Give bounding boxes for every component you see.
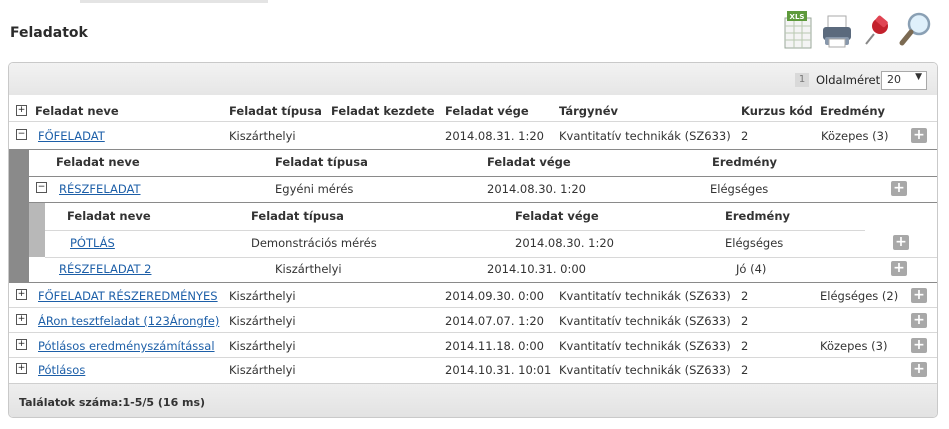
add-icon[interactable]: + — [911, 362, 927, 377]
collapse-icon[interactable]: − — [36, 182, 47, 193]
subtask-result: Elégséges — [710, 182, 769, 196]
task-link[interactable]: Pótlásos — [38, 363, 85, 377]
collapse-icon[interactable]: − — [16, 129, 27, 140]
expand-icon[interactable]: + — [16, 339, 27, 350]
add-icon[interactable]: + — [911, 313, 927, 328]
subsub-header-name[interactable]: Feladat neve — [67, 209, 151, 223]
task-type: Kiszárthelyi — [229, 314, 296, 328]
task-course-code: 2 — [741, 314, 749, 328]
col-header-type[interactable]: Feladat típusa — [229, 104, 322, 118]
chevron-down-icon: ▼ — [915, 72, 922, 82]
task-result: Elégséges (2) — [820, 289, 899, 303]
task-course-code: 2 — [741, 289, 749, 303]
panel-footer: Találatok száma:1-5/5 (16 ms) — [9, 383, 937, 417]
task-subject: Kvantitatív technikák (SZ633) — [559, 363, 731, 377]
task-type: Kiszárthelyi — [229, 129, 296, 143]
magnifier-icon[interactable] — [898, 10, 934, 52]
add-icon[interactable]: + — [891, 181, 907, 196]
col-header-subject[interactable]: Tárgynév — [559, 104, 618, 118]
task-subject: Kvantitatív technikák (SZ633) — [559, 339, 731, 353]
task-course-code: 2 — [741, 363, 749, 377]
add-icon[interactable]: + — [891, 261, 907, 276]
page-size-value: 20 — [887, 73, 901, 86]
col-header-name[interactable]: Feladat neve — [35, 104, 119, 118]
nesting-bar — [29, 203, 45, 257]
subtask-end: 2014.08.30. 1:20 — [487, 182, 586, 196]
col-header-result[interactable]: Eredmény — [820, 104, 885, 118]
results-panel: 1 Oldalméret 20 ▼ + Feladat neve Feladat… — [8, 62, 938, 418]
page-size-label: Oldalméret — [816, 73, 881, 87]
task-end: 2014.08.31. 1:20 — [445, 129, 544, 143]
pushpin-icon[interactable] — [860, 10, 896, 52]
page-title: Feladatok — [10, 25, 88, 41]
page-size-select[interactable]: 20 ▼ — [881, 71, 927, 90]
task-subject: Kvantitatív technikák (SZ633) — [559, 129, 731, 143]
divider — [45, 257, 937, 258]
expand-icon[interactable]: + — [16, 363, 27, 374]
task-end: 2014.10.31. 10:01 — [445, 363, 552, 377]
task-course-code: 2 — [741, 339, 749, 353]
col-header-course-code[interactable]: Kurzus kód — [741, 104, 813, 118]
subtask-end: 2014.10.31. 0:00 — [487, 262, 586, 276]
add-icon[interactable]: + — [911, 338, 927, 353]
xls-export-icon[interactable]: XLS — [784, 10, 820, 52]
divider — [9, 332, 937, 333]
add-icon[interactable]: + — [893, 235, 909, 250]
task-subject: Kvantitatív technikák (SZ633) — [559, 314, 731, 328]
sub-header-end[interactable]: Feladat vége — [487, 155, 571, 169]
subtask-result: Jó (4) — [736, 262, 767, 276]
subtask-type: Egyéni mérés — [275, 182, 354, 196]
task-end: 2014.11.18. 0:00 — [445, 339, 544, 353]
subsubtask-link[interactable]: PÓTLÁS — [70, 236, 115, 250]
task-type: Kiszárthelyi — [229, 289, 296, 303]
subsubtask-type: Demonstrációs mérés — [251, 236, 377, 250]
subsubtask-end: 2014.08.30. 1:20 — [515, 236, 614, 250]
subsub-header-result[interactable]: Eredmény — [725, 209, 790, 223]
divider — [45, 230, 865, 231]
task-type: Kiszárthelyi — [229, 339, 296, 353]
expand-all-icon[interactable]: + — [16, 105, 27, 116]
task-type: Kiszárthelyi — [229, 363, 296, 377]
task-result: Közepes (3) — [820, 339, 888, 353]
col-header-end[interactable]: Feladat vége — [445, 104, 529, 118]
result-count: Találatok száma:1-5/5 (16 ms) — [19, 396, 206, 409]
add-icon[interactable]: + — [911, 288, 927, 303]
sub-header-result[interactable]: Eredmény — [712, 155, 777, 169]
divider — [29, 176, 937, 177]
task-end: 2014.07.07. 1:20 — [445, 314, 544, 328]
task-course-code: 2 — [741, 129, 749, 143]
sub-header-type[interactable]: Feladat típusa — [275, 155, 368, 169]
subsub-header-type[interactable]: Feladat típusa — [251, 209, 344, 223]
task-end: 2014.09.30. 0:00 — [445, 289, 544, 303]
divider — [9, 149, 937, 150]
task-link[interactable]: FŐFELADAT — [38, 129, 105, 143]
sub-header-name[interactable]: Feladat neve — [56, 155, 140, 169]
nesting-bar — [9, 150, 29, 282]
subtask-type: Kiszárthelyi — [275, 262, 342, 276]
divider — [9, 121, 937, 122]
subtask-link[interactable]: RÉSZFELADAT — [59, 182, 141, 196]
divider — [29, 202, 937, 203]
page-number[interactable]: 1 — [795, 73, 809, 87]
expand-icon[interactable]: + — [16, 314, 27, 325]
xls-label: XLS — [790, 13, 805, 21]
task-link[interactable]: FŐFELADAT RÉSZEREDMÉNYES — [38, 289, 218, 303]
divider — [9, 357, 937, 358]
expand-icon[interactable]: + — [16, 289, 27, 300]
task-link[interactable]: Pótlásos eredményszámítással — [38, 339, 215, 353]
task-result: Közepes (3) — [821, 129, 889, 143]
divider — [9, 307, 937, 308]
divider — [9, 282, 937, 283]
subsubtask-result: Elégséges — [725, 236, 784, 250]
task-subject: Kvantitatív technikák (SZ633) — [559, 289, 731, 303]
subsub-header-end[interactable]: Feladat vége — [515, 209, 599, 223]
subtask-link[interactable]: RÉSZFELADAT 2 — [59, 262, 151, 276]
printer-icon[interactable] — [820, 10, 856, 52]
col-header-start[interactable]: Feladat kezdete — [331, 104, 435, 118]
top-tab-strip — [80, 0, 268, 3]
add-icon[interactable]: + — [911, 128, 927, 143]
task-link[interactable]: ÁRon tesztfeladat (123Árongfe) — [38, 314, 219, 328]
